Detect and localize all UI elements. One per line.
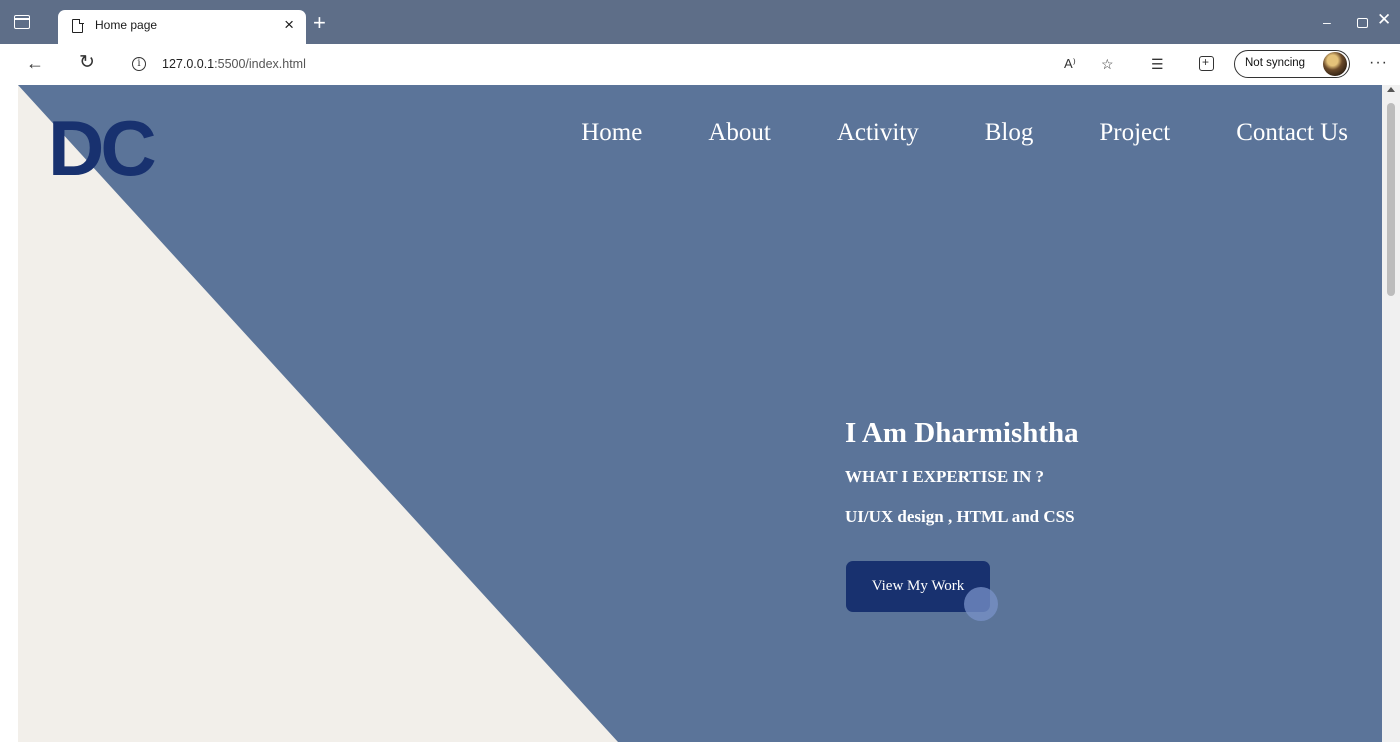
hero-skills: UI/UX design , HTML and CSS — [845, 507, 1075, 526]
avatar — [1323, 52, 1347, 76]
page-icon — [72, 18, 84, 33]
page-viewport: DC Home About Activity Blog Project Cont… — [18, 85, 1382, 742]
hero-section: I Am Dharmishtha WHAT I EXPERTISE IN ? U… — [845, 413, 1079, 527]
url-text[interactable]: 127.0.0.1:5500/index.html — [162, 57, 306, 71]
favorites-bar-icon[interactable]: ☰ — [1151, 56, 1164, 72]
minimize-icon[interactable]: – — [1323, 14, 1331, 30]
restore-icon[interactable] — [1357, 18, 1368, 28]
scroll-up-arrow-icon[interactable] — [1387, 87, 1395, 92]
vertical-scrollbar[interactable] — [1382, 85, 1400, 742]
nav-blog[interactable]: Blog — [985, 119, 1034, 147]
cursor-highlight — [964, 587, 998, 621]
nav-contact-us[interactable]: Contact Us — [1236, 119, 1348, 147]
favorite-icon[interactable]: ☆ — [1101, 56, 1114, 72]
tab-close-icon[interactable]: × — [284, 15, 294, 35]
site-logo[interactable]: DC — [48, 103, 157, 193]
browser-tab-strip: Home page × + – ✕ — [0, 0, 1400, 44]
tab-title: Home page — [95, 18, 158, 32]
main-nav: Home About Activity Blog Project Contact… — [515, 119, 1348, 147]
diagonal-panel — [18, 85, 618, 742]
profile-sync-button[interactable]: Not syncing — [1234, 50, 1350, 78]
url-host: 127.0.0.1 — [162, 57, 215, 71]
url-path: :5500/index.html — [214, 57, 306, 71]
scrollbar-thumb[interactable] — [1387, 103, 1395, 296]
more-icon[interactable]: ··· — [1369, 54, 1388, 72]
collections-icon[interactable] — [1199, 54, 1214, 71]
read-aloud-icon[interactable]: A⁾ — [1064, 56, 1076, 72]
tab-actions-icon[interactable] — [14, 15, 30, 29]
hero-title: I Am Dharmishtha — [845, 417, 1079, 449]
info-icon[interactable]: i — [132, 57, 146, 71]
nav-activity[interactable]: Activity — [837, 119, 919, 147]
viewport-left-gutter — [0, 85, 18, 742]
address-bar[interactable]: i 127.0.0.1:5500/index.html — [116, 50, 1144, 78]
hero-subtitle: WHAT I EXPERTISE IN ? — [845, 467, 1045, 486]
window-close-icon[interactable]: ✕ — [1377, 11, 1391, 28]
new-tab-plus-icon[interactable]: + — [313, 12, 326, 34]
back-icon[interactable]: ← — [26, 53, 44, 73]
tab-home-page[interactable]: Home page × — [58, 10, 306, 44]
reload-icon[interactable]: ↻ — [79, 53, 95, 73]
nav-project[interactable]: Project — [1099, 119, 1170, 147]
nav-home[interactable]: Home — [581, 119, 642, 147]
nav-about[interactable]: About — [708, 119, 771, 147]
browser-toolbar: ← ↻ i 127.0.0.1:5500/index.html A⁾ ☆ ☰ — [0, 44, 1400, 85]
sync-label: Not syncing — [1245, 57, 1306, 69]
